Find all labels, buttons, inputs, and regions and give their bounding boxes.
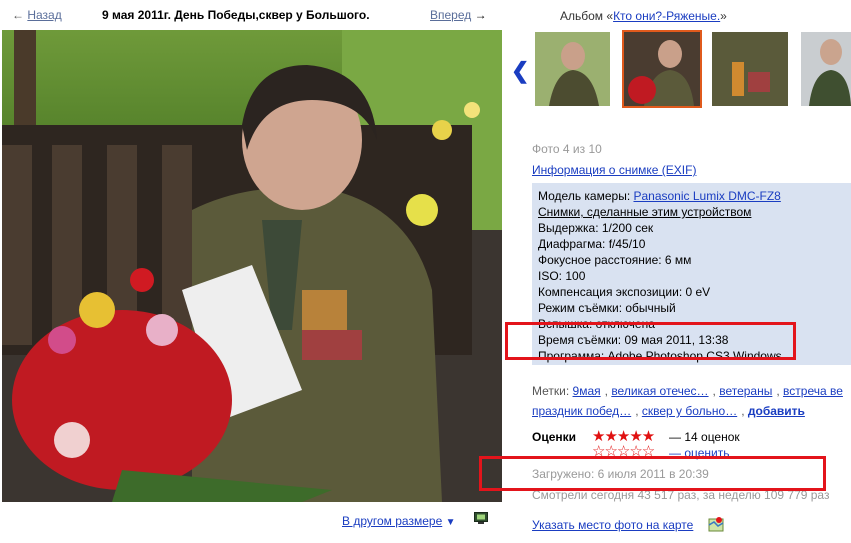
back-button[interactable]: ← Назад [12, 8, 62, 22]
resize-dropdown[interactable]: В другом размере ▼ [342, 514, 456, 528]
fullscreen-icon[interactable] [474, 512, 488, 524]
exif-mode: Режим съёмки: обычный [538, 301, 676, 315]
back-label[interactable]: Назад [27, 8, 61, 22]
highlight-box [479, 456, 826, 491]
thumbnail[interactable] [801, 32, 851, 106]
photo-title: 9 мая 2011г. День Победы,сквер у Большог… [102, 8, 370, 22]
map-icon[interactable] [708, 516, 724, 532]
ratings-label: Оценки [532, 430, 577, 444]
add-tag-link[interactable]: добавить [748, 404, 805, 418]
exif-shutter: Выдержка: 1/200 сек [538, 221, 654, 235]
exif-exposure-comp: Компенсация экспозиции: 0 eV [538, 285, 711, 299]
exif-link[interactable]: Информация о снимке (EXIF) [532, 163, 696, 177]
tag-link[interactable]: праздник побед… [532, 404, 631, 418]
album-link[interactable]: Кто они?-Ряженые. [613, 9, 720, 23]
album-prefix: Альбом « [560, 9, 614, 23]
tag-link[interactable]: великая отечес… [611, 384, 708, 398]
thumbnail-selected[interactable] [622, 30, 702, 108]
tag-link[interactable]: встреча ве [783, 384, 843, 398]
left-arrow-icon: ← [12, 8, 24, 22]
highlight-box [505, 322, 796, 360]
tag-link[interactable]: 9мая [573, 384, 601, 398]
prev-thumbs-icon[interactable]: ❮ [511, 58, 529, 84]
album-line: Альбом «Кто они?-Ряженые.» [560, 9, 727, 23]
resize-label[interactable]: В другом размере [342, 514, 442, 528]
camera-link[interactable]: Panasonic Lumix DMC-FZ8 [633, 189, 780, 203]
exif-aperture: Диафрагма: f/45/10 [538, 237, 646, 251]
tags-section: Метки: 9мая, великая отечес…, ветераны, … [532, 384, 843, 418]
forward-label[interactable]: Вперед [430, 8, 471, 22]
album-suffix: » [720, 9, 727, 23]
main-photo[interactable] [2, 30, 502, 502]
exif-focal-length: Фокусное расстояние: 6 мм [538, 253, 692, 267]
right-arrow-icon: → [474, 8, 487, 22]
photo-counter: Фото 4 из 10 [532, 142, 602, 156]
map-link[interactable]: Указать место фото на карте [532, 518, 693, 532]
ratings-count: — 14 оценок [669, 430, 740, 444]
tags-label: Метки: [532, 384, 573, 398]
thumbnail[interactable] [535, 32, 610, 106]
device-photos-link[interactable]: Снимки, сделанные этим устройством [538, 205, 751, 219]
tag-link[interactable]: ветераны [719, 384, 772, 398]
forward-button[interactable]: Вперед → [430, 8, 487, 22]
camera-label: Модель камеры: [538, 189, 634, 203]
exif-iso: ISO: 100 [538, 269, 586, 283]
tag-link[interactable]: сквер у больно… [642, 404, 737, 418]
thumbnail[interactable] [712, 32, 788, 106]
caret-down-icon: ▼ [445, 517, 456, 528]
camera-row: Модель камеры: Panasonic Lumix DMC-FZ8 [538, 189, 781, 203]
